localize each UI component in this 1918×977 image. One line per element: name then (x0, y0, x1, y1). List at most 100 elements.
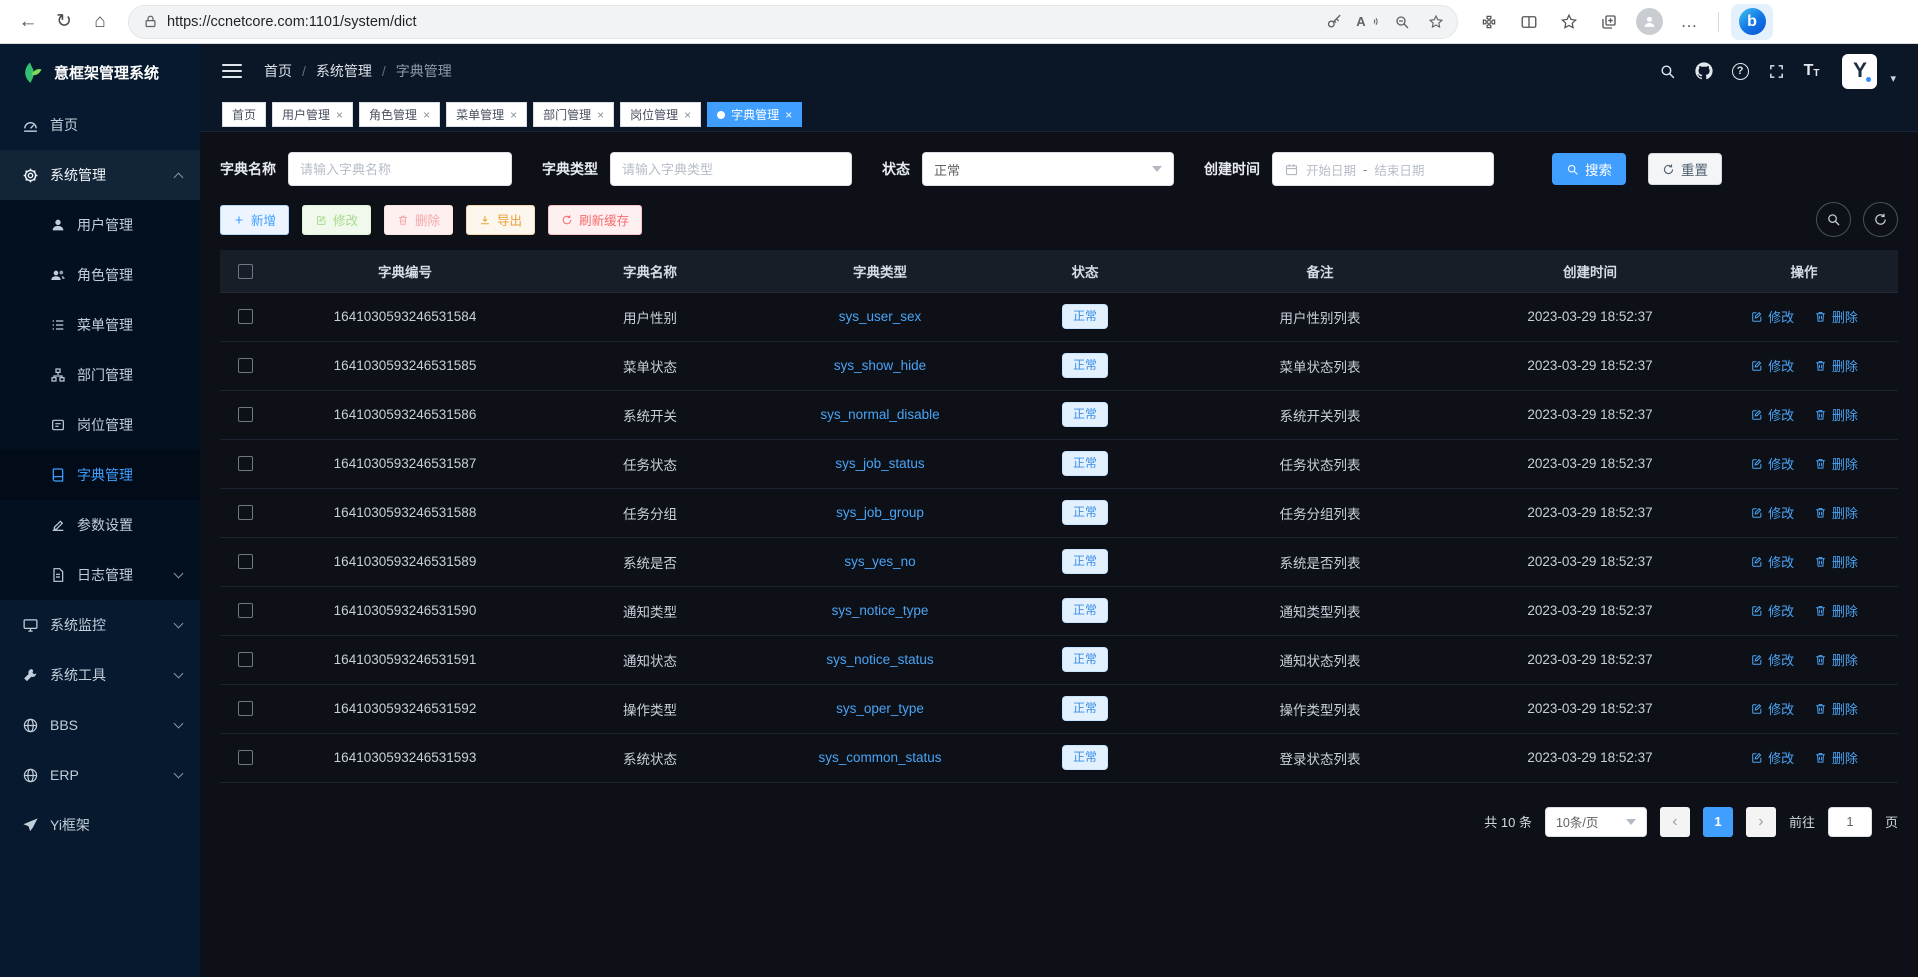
refresh-table-button[interactable] (1863, 202, 1898, 237)
pagination-prev-button[interactable]: ‹ (1660, 807, 1690, 837)
breadcrumb-home[interactable]: 首页 (264, 61, 292, 81)
sidebar-item-param-settings[interactable]: 参数设置 (0, 500, 200, 550)
row-checkbox[interactable] (238, 652, 253, 667)
row-checkbox[interactable] (238, 505, 253, 520)
browser-back-button[interactable]: ← (10, 5, 46, 39)
export-button[interactable]: 导出 (466, 205, 535, 235)
browser-reload-button[interactable]: ↻ (46, 5, 82, 39)
row-delete-button[interactable]: 删除 (1814, 748, 1858, 767)
app-logo[interactable]: 意框架管理系统 (0, 44, 200, 100)
row-checkbox[interactable] (238, 554, 253, 569)
tab-close-icon[interactable]: × (597, 109, 604, 121)
toggle-search-button[interactable] (1816, 202, 1851, 237)
tab-dept-management[interactable]: 部门管理 × (533, 102, 614, 127)
site-security-icon[interactable] (143, 14, 158, 29)
tab-close-icon[interactable]: × (785, 109, 792, 121)
reset-button[interactable]: 重置 (1648, 153, 1722, 185)
row-edit-button[interactable]: 修改 (1750, 552, 1794, 571)
row-edit-button[interactable]: 修改 (1750, 699, 1794, 718)
tab-close-icon[interactable]: × (423, 109, 430, 121)
tab-close-icon[interactable]: × (336, 109, 343, 121)
row-checkbox[interactable] (238, 309, 253, 324)
sidebar-item-system-management[interactable]: 系统管理 (0, 150, 200, 200)
dict-type-link[interactable]: sys_notice_status (826, 652, 933, 667)
row-delete-button[interactable]: 删除 (1814, 699, 1858, 718)
password-key-icon[interactable] (1319, 8, 1349, 36)
help-icon[interactable]: ? (1732, 63, 1749, 80)
search-button[interactable]: 搜索 (1552, 153, 1626, 185)
dict-type-link[interactable]: sys_normal_disable (820, 407, 939, 422)
row-delete-button[interactable]: 删除 (1814, 601, 1858, 620)
sidebar-item-user-management[interactable]: 用户管理 (0, 200, 200, 250)
sidebar-item-erp[interactable]: ERP (0, 750, 200, 800)
tab-user-management[interactable]: 用户管理 × (272, 102, 353, 127)
bing-sidebar-button[interactable]: b (1731, 4, 1773, 40)
row-checkbox[interactable] (238, 701, 253, 716)
row-checkbox[interactable] (238, 456, 253, 471)
row-delete-button[interactable]: 删除 (1814, 650, 1858, 669)
row-delete-button[interactable]: 删除 (1814, 454, 1858, 473)
sidebar-toggle-icon[interactable] (222, 64, 242, 78)
dict-type-link[interactable]: sys_user_sex (839, 309, 922, 324)
sidebar-item-post-management[interactable]: 岗位管理 (0, 400, 200, 450)
dict-type-link[interactable]: sys_show_hide (834, 358, 926, 373)
browser-menu-icon[interactable]: … (1672, 6, 1706, 38)
avatar-caret-icon[interactable]: ▾ (1890, 72, 1896, 89)
tab-close-icon[interactable]: × (684, 109, 691, 121)
dict-type-input[interactable] (622, 162, 840, 177)
user-avatar[interactable]: Y (1842, 54, 1877, 89)
row-delete-button[interactable]: 删除 (1814, 307, 1858, 326)
row-checkbox[interactable] (238, 358, 253, 373)
extensions-icon[interactable] (1472, 6, 1506, 38)
delete-button[interactable]: 删除 (384, 205, 453, 235)
refresh-cache-button[interactable]: 刷新缓存 (548, 205, 642, 235)
browser-home-button[interactable]: ⌂ (82, 5, 118, 39)
date-range-picker[interactable]: 开始日期 - 结束日期 (1272, 152, 1494, 186)
fullscreen-icon[interactable] (1768, 63, 1785, 80)
status-select[interactable]: 正常 (922, 152, 1174, 186)
page-size-select[interactable]: 10条/页 (1545, 807, 1647, 837)
row-delete-button[interactable]: 删除 (1814, 356, 1858, 375)
zoom-out-icon[interactable] (1387, 8, 1417, 36)
sidebar-item-dept-management[interactable]: 部门管理 (0, 350, 200, 400)
tab-role-management[interactable]: 角色管理 × (359, 102, 440, 127)
add-button[interactable]: 新增 (220, 205, 289, 235)
dict-type-link[interactable]: sys_oper_type (836, 701, 924, 716)
edit-button[interactable]: 修改 (302, 205, 371, 235)
pagination-page-1[interactable]: 1 (1703, 807, 1733, 837)
sidebar-item-system-tools[interactable]: 系统工具 (0, 650, 200, 700)
select-all-checkbox[interactable] (238, 264, 253, 279)
tab-menu-management[interactable]: 菜单管理 × (446, 102, 527, 127)
address-bar[interactable]: A (128, 5, 1458, 39)
sidebar-item-bbs[interactable]: BBS (0, 700, 200, 750)
sidebar-item-yi-framework[interactable]: Yi框架 (0, 800, 200, 850)
tab-close-icon[interactable]: × (510, 109, 517, 121)
split-screen-icon[interactable] (1512, 6, 1546, 38)
row-edit-button[interactable]: 修改 (1750, 356, 1794, 375)
row-edit-button[interactable]: 修改 (1750, 748, 1794, 767)
sidebar-item-role-management[interactable]: 角色管理 (0, 250, 200, 300)
add-favorite-icon[interactable] (1421, 8, 1451, 36)
pagination-goto-input[interactable] (1829, 808, 1871, 836)
row-edit-button[interactable]: 修改 (1750, 503, 1794, 522)
row-edit-button[interactable]: 修改 (1750, 405, 1794, 424)
sidebar-item-system-monitor[interactable]: 系统监控 (0, 600, 200, 650)
row-delete-button[interactable]: 删除 (1814, 405, 1858, 424)
dict-type-link[interactable]: sys_yes_no (844, 554, 915, 569)
dict-type-link[interactable]: sys_notice_type (832, 603, 929, 618)
dict-type-link[interactable]: sys_job_status (835, 456, 924, 471)
row-delete-button[interactable]: 删除 (1814, 503, 1858, 522)
row-checkbox[interactable] (238, 407, 253, 422)
font-size-icon[interactable]: TT (1804, 63, 1820, 79)
sidebar-item-home[interactable]: 首页 (0, 100, 200, 150)
row-edit-button[interactable]: 修改 (1750, 601, 1794, 620)
browser-profile-avatar[interactable] (1632, 6, 1666, 38)
header-search-icon[interactable] (1659, 63, 1676, 80)
tab-dict-management[interactable]: 字典管理 × (707, 102, 802, 127)
dict-name-input[interactable] (300, 162, 500, 177)
row-checkbox[interactable] (238, 603, 253, 618)
breadcrumb-section[interactable]: 系统管理 (316, 61, 372, 81)
sidebar-item-log-management[interactable]: 日志管理 (0, 550, 200, 600)
dict-type-link[interactable]: sys_job_group (836, 505, 924, 520)
tab-home[interactable]: 首页 (222, 102, 266, 127)
